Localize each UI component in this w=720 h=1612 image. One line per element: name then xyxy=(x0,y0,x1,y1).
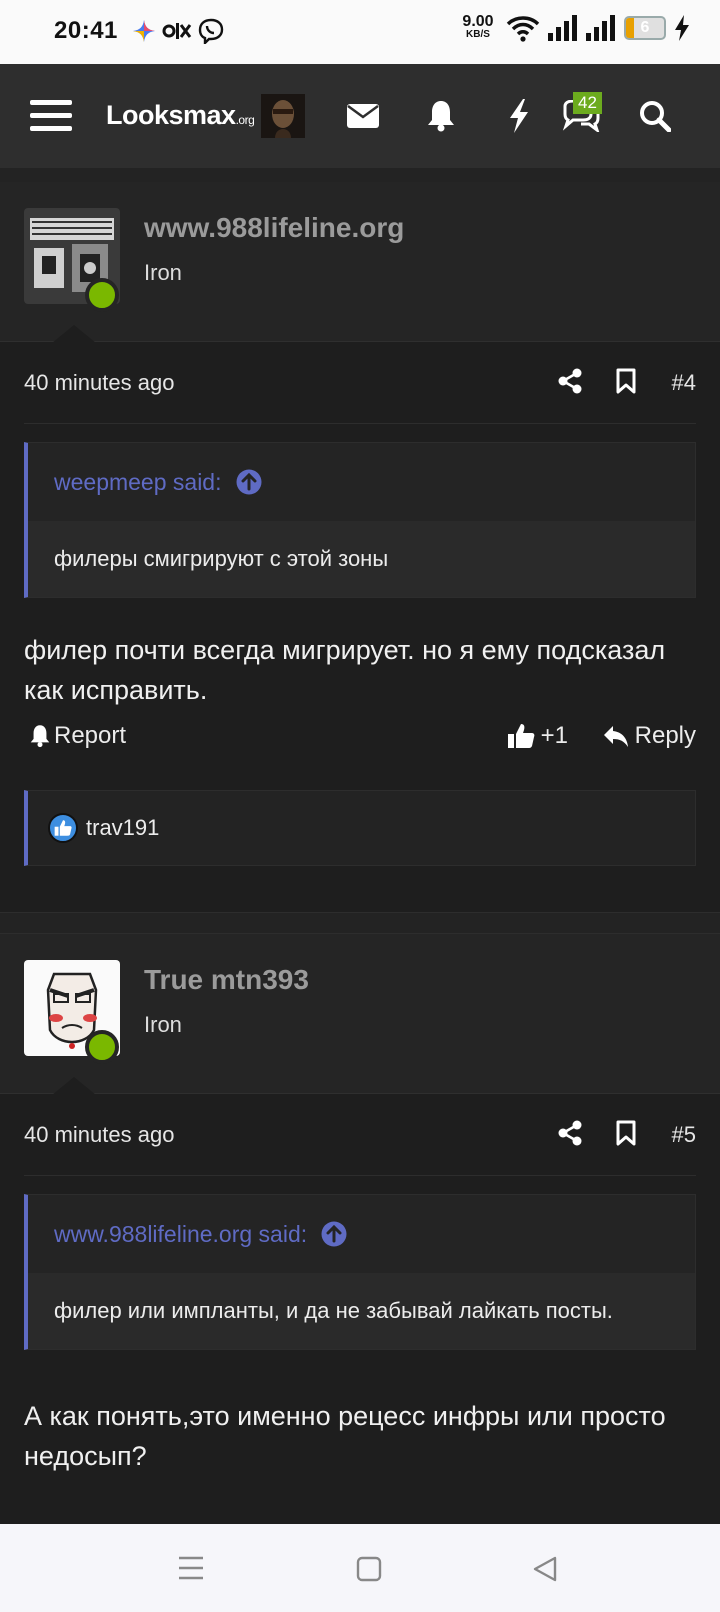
bookmark-icon xyxy=(616,368,636,394)
net-speed: 9.00 KB/S xyxy=(462,13,494,41)
notification-icons xyxy=(132,18,224,44)
like-button[interactable]: +1 xyxy=(507,722,568,750)
signal-2-icon xyxy=(586,15,615,41)
author-pointer xyxy=(52,1077,96,1095)
battery-icon: 6 xyxy=(624,16,666,40)
search-icon xyxy=(640,101,671,132)
report-label: Report xyxy=(54,722,127,749)
post-timestamp[interactable]: 40 minutes ago xyxy=(24,370,174,396)
lightning-icon xyxy=(510,99,528,133)
bookmark-button[interactable] xyxy=(616,368,636,399)
inbox-button[interactable] xyxy=(340,90,386,142)
reply-icon xyxy=(603,726,628,747)
post-body: А как понять,это именно рецесс инфры или… xyxy=(24,1401,666,1471)
post-meta-row: 40 minutes ago #5 xyxy=(24,1094,696,1176)
thumbs-up-icon xyxy=(507,724,535,748)
share-button[interactable] xyxy=(558,1120,582,1151)
quote-block: www.988lifeline.org said: филер или импл… xyxy=(24,1194,696,1350)
conversations-badge: 42 xyxy=(573,92,602,114)
post: True mtn393 Iron 40 minutes ago #5 www.9… xyxy=(0,934,720,1524)
arrow-up-circle-icon[interactable] xyxy=(321,1221,347,1247)
whats-new-button[interactable] xyxy=(496,90,542,142)
arrow-up-circle-icon[interactable] xyxy=(236,469,262,495)
post-number[interactable]: #5 xyxy=(672,1122,696,1148)
user-avatar-button[interactable] xyxy=(260,90,306,142)
author-username[interactable]: www.988lifeline.org xyxy=(144,212,404,244)
post-meta-row: 40 minutes ago #4 xyxy=(24,342,696,424)
search-button[interactable] xyxy=(632,90,678,142)
bookmark-button[interactable] xyxy=(616,1120,636,1151)
author-rank: Iron xyxy=(144,260,182,285)
quote-text: филер или импланты, и да не забывай лайк… xyxy=(28,1273,695,1349)
envelope-icon xyxy=(347,104,379,128)
quote-text: филеры смигрируют с этой зоны xyxy=(28,521,695,597)
bell-icon xyxy=(428,101,454,132)
post: www.988lifeline.org Iron 40 minutes ago … xyxy=(0,182,720,912)
signal-1-icon xyxy=(548,15,577,41)
post-actions: Report +1 Reply xyxy=(24,722,696,762)
quote-author[interactable]: www.988lifeline.org said: xyxy=(54,1221,307,1248)
post-body: филер почти всегда мигрирует. но я ему п… xyxy=(24,635,666,705)
reactions-bar[interactable]: trav191 xyxy=(24,790,696,866)
post-author-block: www.988lifeline.org Iron xyxy=(0,182,720,343)
viber-icon xyxy=(198,18,224,44)
menu-button[interactable] xyxy=(28,90,74,142)
bell-icon xyxy=(30,725,50,748)
bookmark-icon xyxy=(616,1120,636,1146)
like-count: +1 xyxy=(540,722,568,749)
quote-header[interactable]: www.988lifeline.org said: xyxy=(28,1195,695,1273)
alerts-button[interactable] xyxy=(418,90,464,142)
share-icon xyxy=(558,368,582,394)
post-author-block: True mtn393 Iron xyxy=(0,934,720,1095)
quote-header[interactable]: weepmeep said: xyxy=(28,443,695,521)
system-nav-bar xyxy=(0,1524,720,1612)
share-button[interactable] xyxy=(558,368,582,399)
charging-icon xyxy=(675,15,689,41)
quote-block: weepmeep said: филеры смигрируют с этой … xyxy=(24,442,696,598)
reply-label: Reply xyxy=(634,722,696,749)
site-logo[interactable]: Looksmax.org xyxy=(106,100,255,131)
online-status-dot xyxy=(85,1030,119,1064)
recent-apps-button[interactable] xyxy=(178,1556,204,1580)
share-icon xyxy=(558,1120,582,1146)
back-button[interactable] xyxy=(532,1556,558,1582)
avatar xyxy=(261,94,305,138)
status-right: 9.00 KB/S 6 xyxy=(458,14,690,42)
post-separator xyxy=(0,912,720,934)
status-bar: 20:41 9.00 KB/S 6 xyxy=(0,0,720,64)
post-timestamp[interactable]: 40 minutes ago xyxy=(24,1122,174,1148)
wifi-icon xyxy=(506,16,540,42)
reply-button[interactable]: Reply xyxy=(603,722,696,750)
home-button[interactable] xyxy=(356,1556,382,1582)
status-time: 20:41 xyxy=(54,17,118,44)
author-pointer xyxy=(52,325,96,343)
hamburger-icon xyxy=(30,100,72,131)
author-username[interactable]: True mtn393 xyxy=(144,964,309,996)
author-rank: Iron xyxy=(144,1012,182,1037)
post-number[interactable]: #4 xyxy=(672,370,696,396)
gemini-icon xyxy=(133,20,155,42)
quote-author[interactable]: weepmeep said: xyxy=(54,469,222,496)
like-reaction-icon xyxy=(48,813,78,843)
online-status-dot xyxy=(85,278,119,312)
report-button[interactable]: Report xyxy=(30,722,126,750)
reaction-user[interactable]: trav191 xyxy=(86,815,159,841)
olx-icon xyxy=(162,23,192,39)
